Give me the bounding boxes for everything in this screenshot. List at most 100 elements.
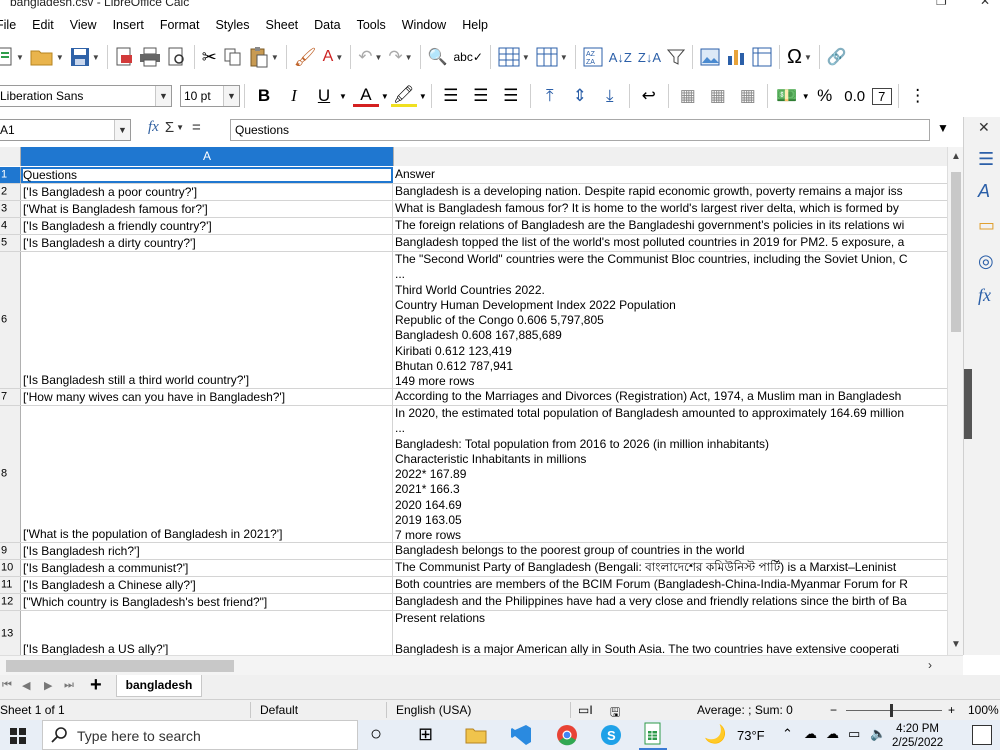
- insert-chart-button[interactable]: [726, 44, 746, 70]
- zoom-slider-thumb[interactable]: [890, 704, 893, 717]
- spelling-button[interactable]: abc✓: [454, 44, 483, 70]
- language[interactable]: English (USA): [396, 703, 471, 717]
- vscode-icon[interactable]: [510, 724, 532, 749]
- page-style[interactable]: Default: [260, 703, 298, 717]
- cell-answer[interactable]: According to the Marriages and Divorces …: [393, 389, 947, 405]
- cell-question[interactable]: ['Is Bangladesh a US ally?']: [21, 611, 393, 655]
- underline-button[interactable]: U: [311, 86, 337, 106]
- hyperlink-button[interactable]: 🔗: [827, 44, 847, 70]
- weather-icon[interactable]: 🌙: [704, 724, 726, 745]
- network-icon[interactable]: ▭: [848, 726, 860, 742]
- autofilter-button[interactable]: [667, 44, 685, 70]
- copy-button[interactable]: [223, 44, 243, 70]
- taskbar-clock[interactable]: 4:20 PM 2/25/2022: [892, 722, 943, 750]
- last-sheet-icon[interactable]: ⏭: [64, 679, 74, 692]
- row-header[interactable]: 12: [0, 594, 21, 610]
- cell-question[interactable]: ['Is Bangladesh a friendly country?']: [21, 218, 393, 234]
- sheet-tab-bangladesh[interactable]: bangladesh: [116, 675, 202, 697]
- chevron-down-icon[interactable]: ▼: [114, 120, 130, 140]
- cortana-icon[interactable]: ○: [370, 723, 382, 746]
- cell-question[interactable]: ['What is Bangladesh famous for?']: [21, 201, 393, 217]
- format-number-button[interactable]: 0.0: [842, 88, 868, 105]
- volume-icon[interactable]: 🔈: [870, 726, 886, 742]
- align-center-button[interactable]: ☰: [468, 86, 494, 106]
- zoom-in-icon[interactable]: +: [948, 703, 955, 717]
- cloud-icon[interactable]: ☁: [826, 726, 839, 742]
- expand-formula-icon[interactable]: ▼: [937, 121, 949, 135]
- cell-answer[interactable]: Bangladesh belongs to the poorest group …: [393, 543, 947, 559]
- notification-icon[interactable]: [972, 725, 992, 745]
- menu-styles[interactable]: Styles: [207, 18, 257, 32]
- clear-formatting-button[interactable]: A ▼: [323, 44, 344, 70]
- format-currency-button[interactable]: 💵: [774, 86, 800, 106]
- chevron-down-icon[interactable]: ▼: [223, 86, 239, 106]
- column-header-a[interactable]: A: [21, 147, 393, 166]
- align-top-button[interactable]: ⤒: [537, 86, 563, 106]
- functions-icon[interactable]: fx: [978, 285, 991, 306]
- cell-question[interactable]: ["Which country is Bangladesh's best fri…: [21, 594, 393, 610]
- row-header[interactable]: 1: [0, 167, 21, 183]
- chevron-down-icon[interactable]: ▼: [339, 92, 347, 101]
- cell-question[interactable]: Questions: [21, 167, 393, 183]
- row-header[interactable]: 3: [0, 201, 21, 217]
- bold-button[interactable]: B: [251, 86, 277, 106]
- cut-button[interactable]: ✂: [202, 44, 217, 70]
- taskbar-search-box[interactable]: Type here to search: [42, 720, 358, 750]
- align-right-button[interactable]: ☰: [498, 86, 524, 106]
- cell-answer[interactable]: Bangladesh topped the list of the world'…: [393, 235, 947, 251]
- menu-view[interactable]: View: [62, 18, 105, 32]
- cell-answer[interactable]: Bangladesh is a developing nation. Despi…: [393, 184, 947, 200]
- row-button[interactable]: ▼: [498, 44, 530, 70]
- zoom-slider[interactable]: [846, 710, 942, 711]
- scroll-down-icon[interactable]: ▼: [951, 639, 961, 650]
- chevron-down-icon[interactable]: ▼: [155, 86, 171, 106]
- more-options-icon[interactable]: ⋮: [905, 86, 931, 106]
- cell-question[interactable]: ['Is Bangladesh a communist?']: [21, 560, 393, 576]
- menu-edit[interactable]: Edit: [24, 18, 62, 32]
- close-icon[interactable]: ✕: [980, 0, 990, 8]
- cell-answer[interactable]: The "Second World" countries were the Co…: [393, 252, 947, 388]
- zoom-level[interactable]: 100%: [968, 703, 999, 717]
- scroll-thumb[interactable]: [6, 660, 234, 672]
- scroll-up-icon[interactable]: ▲: [951, 151, 961, 162]
- new-document-button[interactable]: ▼: [0, 44, 24, 70]
- previous-sheet-icon[interactable]: ◀: [22, 679, 30, 692]
- column-button[interactable]: ▼: [536, 44, 568, 70]
- skype-icon[interactable]: S: [600, 724, 622, 749]
- zoom-out-icon[interactable]: −: [830, 703, 837, 717]
- spreadsheet-grid[interactable]: A 1 Questions Answer 2 ['Is Bangladesh a poo…: [0, 147, 947, 655]
- first-sheet-icon[interactable]: ⏮: [2, 679, 12, 692]
- close-sidebar-icon[interactable]: ✕: [978, 119, 990, 136]
- chevron-down-icon[interactable]: ▼: [802, 92, 810, 101]
- menu-help[interactable]: Help: [454, 18, 496, 32]
- cell-question[interactable]: ['Is Bangladesh a poor country?']: [21, 184, 393, 200]
- function-wizard-icon[interactable]: fx: [148, 119, 159, 136]
- navigator-icon[interactable]: ◎: [978, 251, 994, 272]
- pivot-table-button[interactable]: [752, 44, 772, 70]
- find-replace-button[interactable]: 🔍: [428, 44, 448, 70]
- export-pdf-button[interactable]: [115, 44, 133, 70]
- undo-button[interactable]: ↶ ▼: [358, 44, 382, 70]
- vertical-scrollbar[interactable]: ▲ ▼: [947, 147, 963, 655]
- cell-question[interactable]: ['Is Bangladesh rich?']: [21, 543, 393, 559]
- row-header[interactable]: 9: [0, 543, 21, 559]
- cell-answer[interactable]: Bangladesh and the Philippines have had …: [393, 594, 947, 610]
- row-header[interactable]: 5: [0, 235, 21, 251]
- menu-format[interactable]: Format: [152, 18, 208, 32]
- select-all-corner[interactable]: [0, 147, 21, 166]
- row-header[interactable]: 2: [0, 184, 21, 200]
- next-sheet-icon[interactable]: ▶: [44, 679, 52, 692]
- sort-descending-button[interactable]: Z↓A: [638, 44, 661, 70]
- sort-ascending-button[interactable]: A↓Z: [609, 44, 632, 70]
- menu-file[interactable]: File: [0, 18, 24, 32]
- properties-icon[interactable]: ☰: [978, 149, 994, 170]
- row-header[interactable]: 11: [0, 577, 21, 593]
- font-name-combo[interactable]: Liberation Sans ▼: [0, 85, 172, 107]
- cell-question[interactable]: ['What is the population of Bangladesh i…: [21, 406, 393, 542]
- weather-temperature[interactable]: 73°F: [737, 728, 765, 743]
- unmerge-cells-button[interactable]: ▦: [735, 86, 761, 106]
- task-view-icon[interactable]: ⊞: [418, 724, 433, 745]
- row-header[interactable]: 8: [0, 406, 21, 542]
- menu-window[interactable]: Window: [394, 18, 454, 32]
- show-hidden-icons[interactable]: ⌃: [782, 726, 793, 742]
